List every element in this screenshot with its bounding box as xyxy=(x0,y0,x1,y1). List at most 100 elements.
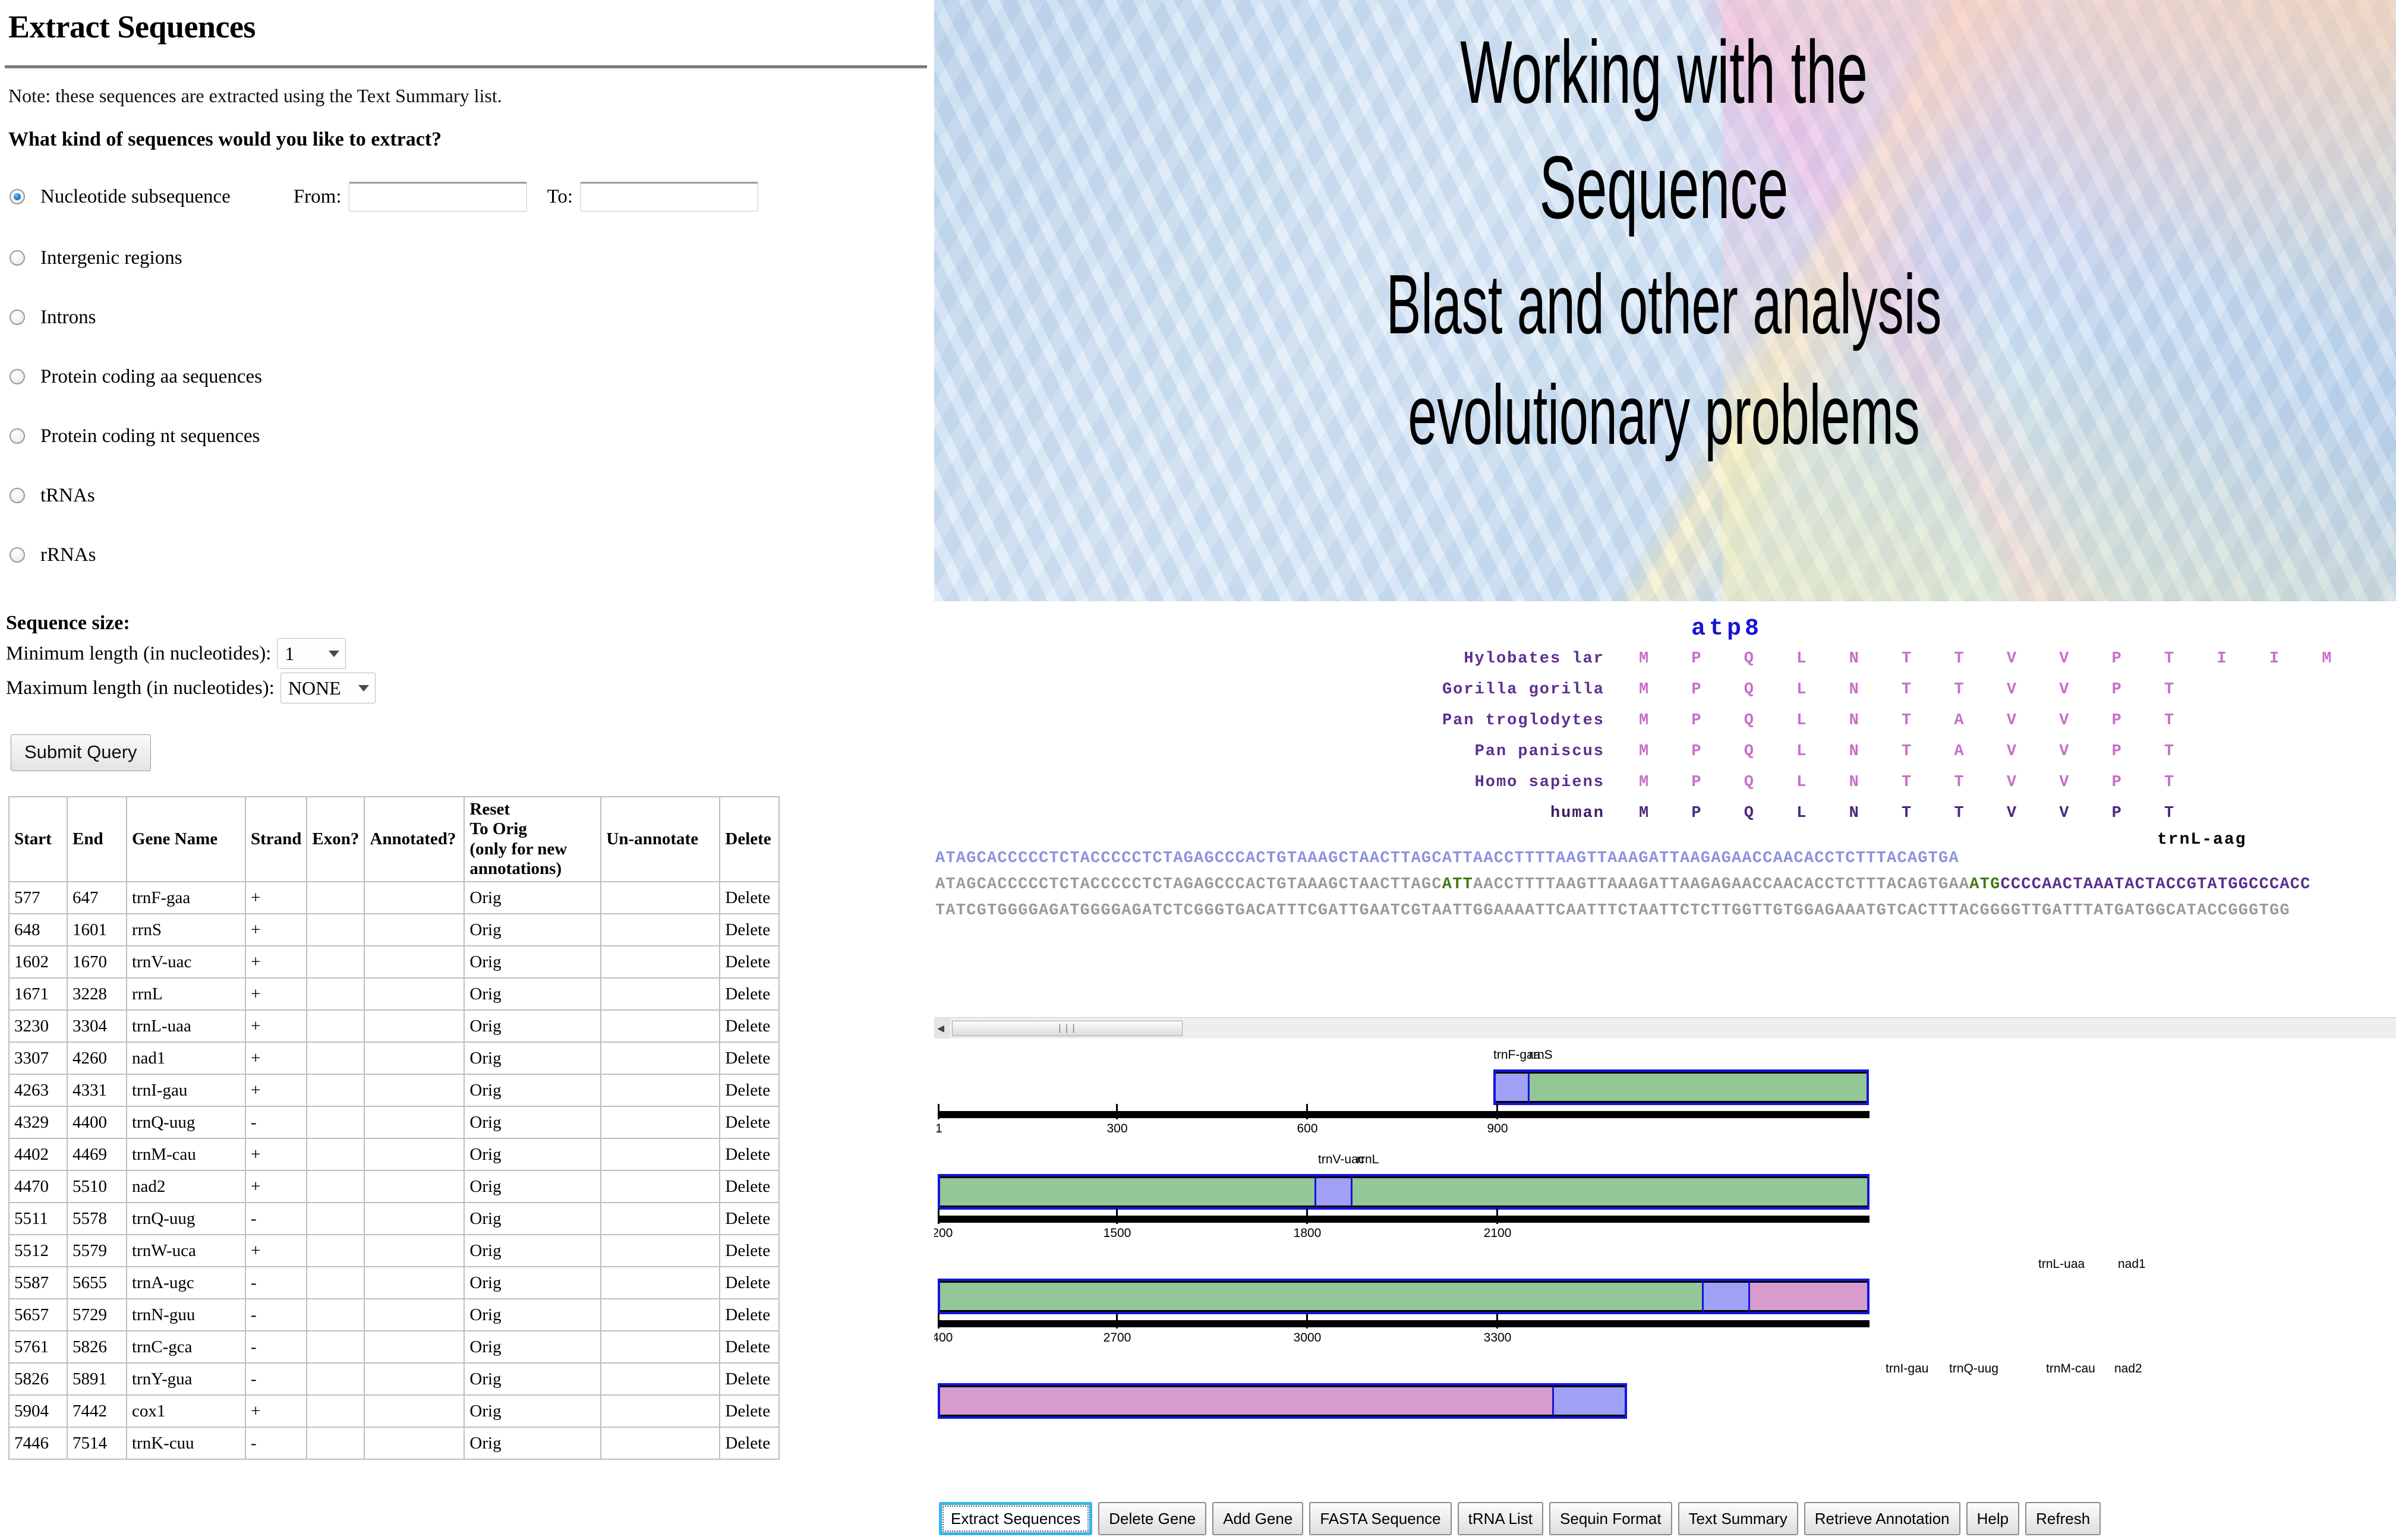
cell-delete[interactable]: Delete xyxy=(719,1009,780,1043)
cell-reset-to-orig-link[interactable]: Orig xyxy=(469,1241,501,1260)
gene-segment[interactable] xyxy=(1704,1281,1750,1312)
cell-delete[interactable]: Delete xyxy=(719,1394,780,1428)
cell-reset-to-orig-link[interactable]: Orig xyxy=(469,1369,501,1388)
cell-reset-to-orig-link[interactable]: Orig xyxy=(469,1081,501,1100)
cell-delete-link[interactable]: Delete xyxy=(725,952,770,971)
cell-delete[interactable]: Delete xyxy=(719,1362,780,1396)
radio-option-nucleotide-subsequence[interactable]: Nucleotide subsequence From: To: xyxy=(0,165,934,228)
cell-delete[interactable]: Delete xyxy=(719,1427,780,1460)
cell-delete-link[interactable]: Delete xyxy=(725,1241,770,1260)
cell-delete-link[interactable]: Delete xyxy=(725,1434,770,1453)
cell-reset-to-orig[interactable]: Orig xyxy=(464,1009,602,1043)
cell-reset-to-orig-link[interactable]: Orig xyxy=(469,1209,501,1228)
radio-option-rrnas[interactable]: rRNAs xyxy=(0,525,934,585)
gene-segment[interactable] xyxy=(1353,1176,1868,1207)
cell-reset-to-orig[interactable]: Orig xyxy=(464,1234,602,1268)
add-gene-button[interactable]: Add Gene xyxy=(1212,1502,1304,1535)
cell-delete[interactable]: Delete xyxy=(719,1042,780,1075)
cell-delete[interactable]: Delete xyxy=(719,1298,780,1332)
retrieve-annotation-button[interactable]: Retrieve Annotation xyxy=(1804,1502,1960,1535)
cell-reset-to-orig[interactable]: Orig xyxy=(464,1202,602,1236)
radio-option-introns[interactable]: Introns xyxy=(0,288,934,347)
cell-delete[interactable]: Delete xyxy=(719,913,780,947)
radio-button-icon[interactable] xyxy=(10,310,25,325)
radio-button-icon[interactable] xyxy=(10,189,25,204)
cell-reset-to-orig[interactable]: Orig xyxy=(464,1138,602,1172)
cell-reset-to-orig[interactable]: Orig xyxy=(464,913,602,947)
cell-reset-to-orig[interactable]: Orig xyxy=(464,1266,602,1300)
gene-segment[interactable] xyxy=(1316,1176,1353,1207)
cell-delete[interactable]: Delete xyxy=(719,977,780,1011)
cell-reset-to-orig-link[interactable]: Orig xyxy=(469,952,501,971)
cell-reset-to-orig-link[interactable]: Orig xyxy=(469,1177,501,1196)
gene-segment[interactable] xyxy=(1750,1281,1867,1312)
cell-reset-to-orig[interactable]: Orig xyxy=(464,1170,602,1204)
cell-reset-to-orig-link[interactable]: Orig xyxy=(469,1402,501,1421)
help-button[interactable]: Help xyxy=(1966,1502,2020,1535)
gene-segment[interactable] xyxy=(1553,1386,1625,1416)
fasta-sequence-button[interactable]: FASTA Sequence xyxy=(1309,1502,1452,1535)
gene-feature-bar[interactable] xyxy=(938,1383,1627,1419)
radio-option-intergenic-regions[interactable]: Intergenic regions xyxy=(0,228,934,288)
maximum-length-select[interactable]: NONE xyxy=(280,673,376,703)
cell-reset-to-orig[interactable]: Orig xyxy=(464,1106,602,1140)
gene-segment[interactable] xyxy=(940,1281,1704,1312)
cell-reset-to-orig-link[interactable]: Orig xyxy=(469,1305,501,1324)
radio-button-icon[interactable] xyxy=(10,547,25,563)
cell-delete[interactable]: Delete xyxy=(719,1106,780,1140)
gene-segment[interactable] xyxy=(940,1176,1316,1207)
cell-delete-link[interactable]: Delete xyxy=(725,888,770,907)
gene-segment[interactable] xyxy=(1496,1072,1530,1103)
cell-delete[interactable]: Delete xyxy=(719,1266,780,1300)
cell-reset-to-orig-link[interactable]: Orig xyxy=(469,1337,501,1356)
to-input[interactable] xyxy=(580,182,759,212)
cell-delete-link[interactable]: Delete xyxy=(725,1209,770,1228)
cell-reset-to-orig[interactable]: Orig xyxy=(464,1362,602,1396)
cell-delete-link[interactable]: Delete xyxy=(725,1049,770,1068)
radio-button-icon[interactable] xyxy=(10,250,25,266)
cell-delete-link[interactable]: Delete xyxy=(725,1113,770,1132)
radio-button-icon[interactable] xyxy=(10,488,25,503)
cell-reset-to-orig-link[interactable]: Orig xyxy=(469,984,501,1003)
cell-reset-to-orig[interactable]: Orig xyxy=(464,881,602,915)
cell-delete-link[interactable]: Delete xyxy=(725,920,770,939)
cell-reset-to-orig-link[interactable]: Orig xyxy=(469,1113,501,1132)
cell-delete-link[interactable]: Delete xyxy=(725,1402,770,1421)
sequin-format-button[interactable]: Sequin Format xyxy=(1549,1502,1672,1535)
cell-delete[interactable]: Delete xyxy=(719,1234,780,1268)
cell-delete[interactable]: Delete xyxy=(719,881,780,915)
cell-delete[interactable]: Delete xyxy=(719,1202,780,1236)
cell-delete-link[interactable]: Delete xyxy=(725,1273,770,1292)
scrollbar-thumb[interactable]: ||| xyxy=(952,1020,1183,1036)
cell-reset-to-orig-link[interactable]: Orig xyxy=(469,1145,501,1164)
cell-reset-to-orig[interactable]: Orig xyxy=(464,945,602,979)
extract-sequences-button[interactable]: Extract Sequences xyxy=(939,1502,1093,1535)
gene-feature-bar[interactable] xyxy=(938,1174,1869,1210)
cell-delete[interactable]: Delete xyxy=(719,1138,780,1172)
cell-delete[interactable]: Delete xyxy=(719,1170,780,1204)
cell-delete-link[interactable]: Delete xyxy=(725,1145,770,1164)
cell-delete-link[interactable]: Delete xyxy=(725,1081,770,1100)
text-summary-button[interactable]: Text Summary xyxy=(1678,1502,1798,1535)
radio-button-icon[interactable] xyxy=(10,369,25,384)
cell-delete[interactable]: Delete xyxy=(719,945,780,979)
cell-reset-to-orig-link[interactable]: Orig xyxy=(469,888,501,907)
cell-reset-to-orig-link[interactable]: Orig xyxy=(469,1434,501,1453)
alignment-horizontal-scrollbar[interactable]: ◀ ||| xyxy=(932,1017,2396,1039)
cell-delete-link[interactable]: Delete xyxy=(725,1369,770,1388)
radio-option-protein-coding-nt-sequences[interactable]: Protein coding nt sequences xyxy=(0,406,934,466)
cell-reset-to-orig[interactable]: Orig xyxy=(464,1074,602,1107)
cell-delete-link[interactable]: Delete xyxy=(725,1177,770,1196)
cell-delete-link[interactable]: Delete xyxy=(725,1337,770,1356)
cell-reset-to-orig[interactable]: Orig xyxy=(464,977,602,1011)
cell-reset-to-orig[interactable]: Orig xyxy=(464,1427,602,1460)
radio-button-icon[interactable] xyxy=(10,428,25,444)
gene-segment[interactable] xyxy=(1530,1072,1867,1103)
radio-option-protein-coding-aa-sequences[interactable]: Protein coding aa sequences xyxy=(0,347,934,406)
cell-reset-to-orig-link[interactable]: Orig xyxy=(469,1273,501,1292)
cell-delete[interactable]: Delete xyxy=(719,1074,780,1107)
refresh-button[interactable]: Refresh xyxy=(2025,1502,2101,1535)
cell-reset-to-orig-link[interactable]: Orig xyxy=(469,1017,501,1036)
radio-option-trnas[interactable]: tRNAs xyxy=(0,466,934,525)
cell-reset-to-orig[interactable]: Orig xyxy=(464,1298,602,1332)
